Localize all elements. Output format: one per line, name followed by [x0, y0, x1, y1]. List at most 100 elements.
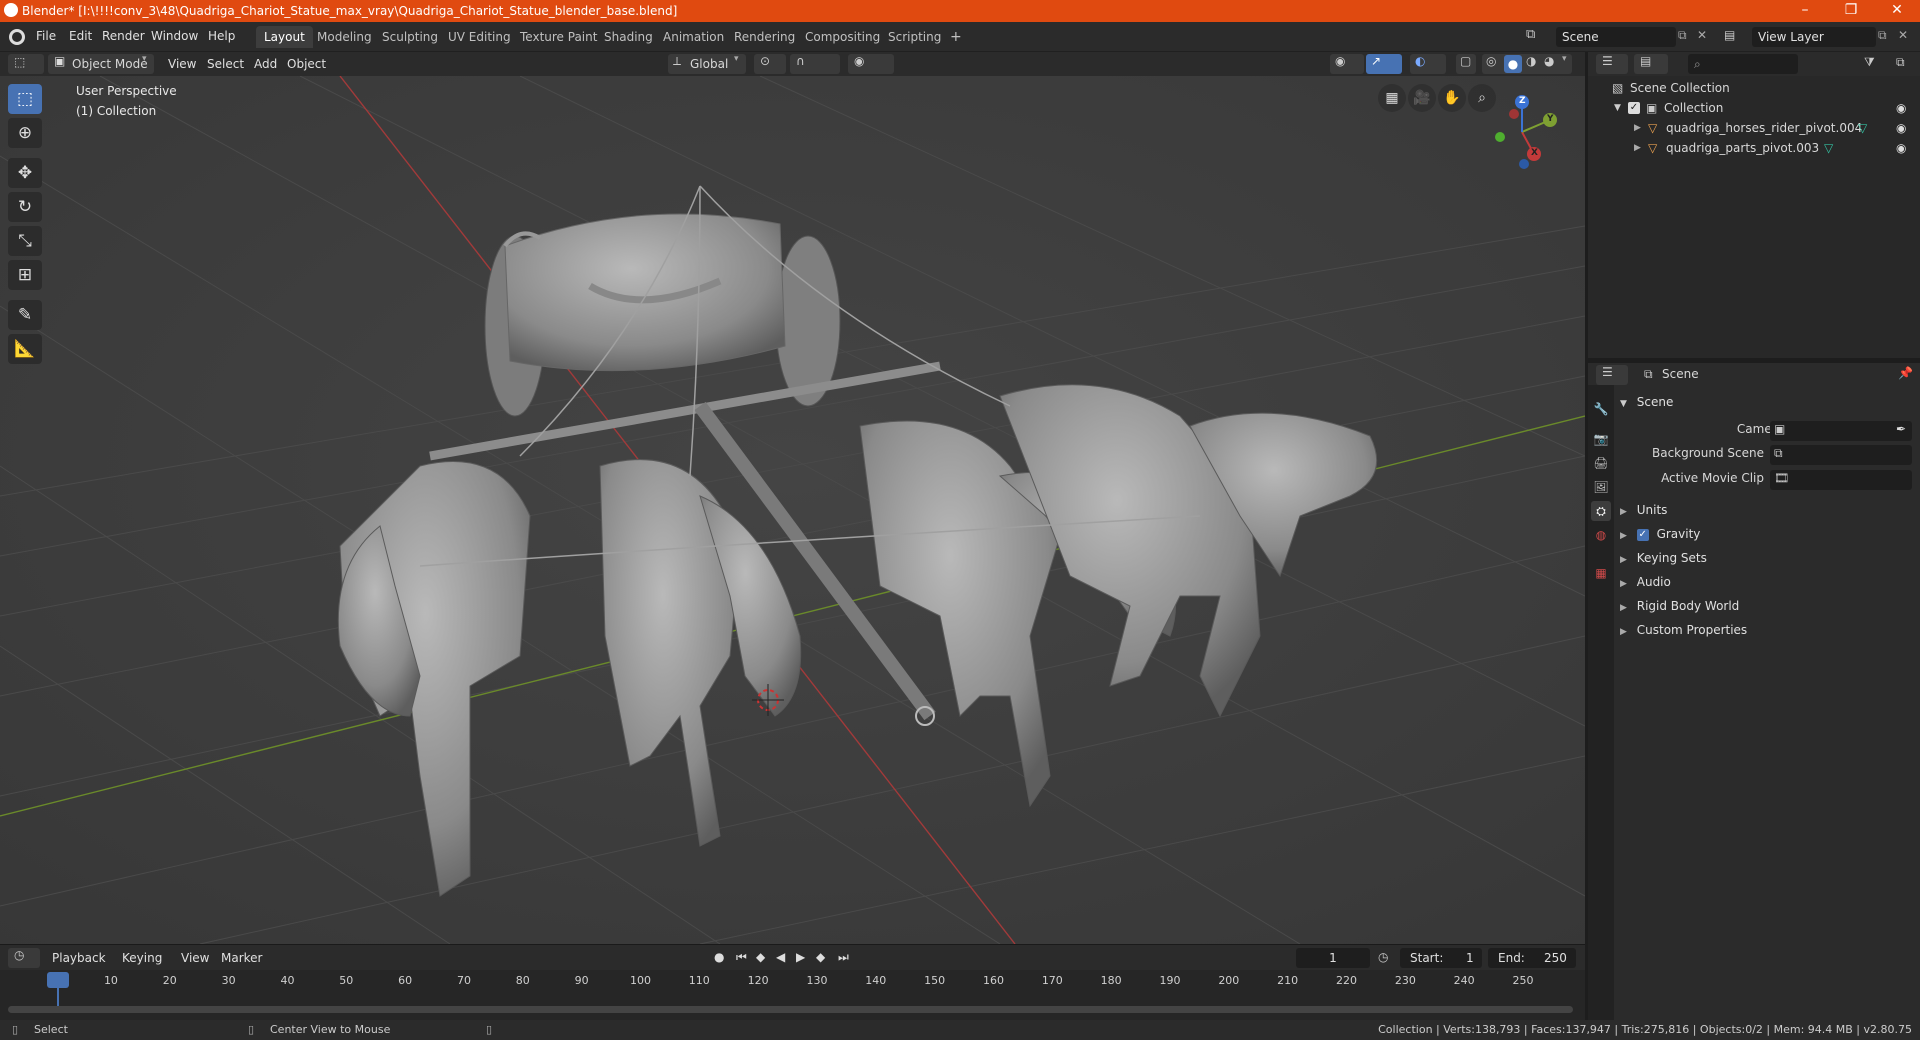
- material-shading-icon[interactable]: ◑: [1526, 54, 1536, 68]
- new-view-layer-icon[interactable]: ⧉: [1878, 28, 1887, 43]
- outliner-search-input[interactable]: ⌕: [1688, 54, 1798, 74]
- collection-checkbox[interactable]: ✓: [1628, 102, 1640, 114]
- audio-panel-header[interactable]: ▶ Audio: [1620, 571, 1916, 593]
- mesh-data-icon[interactable]: ▽: [1858, 118, 1867, 138]
- menu-object[interactable]: Object: [287, 54, 326, 74]
- menu-edit[interactable]: Edit: [69, 29, 92, 43]
- snap-button[interactable]: ∩: [790, 54, 840, 74]
- minimize-button[interactable]: –: [1782, 0, 1828, 22]
- pin-icon[interactable]: 📌: [1898, 366, 1913, 380]
- maximize-button[interactable]: ❐: [1828, 0, 1874, 22]
- zoom-icon[interactable]: ⌕: [1468, 84, 1496, 112]
- tab-rendering[interactable]: Rendering: [726, 26, 803, 48]
- tab-scripting[interactable]: Scripting: [880, 26, 949, 48]
- gravity-checkbox[interactable]: ✓: [1636, 528, 1649, 541]
- menu-view[interactable]: View: [168, 54, 196, 74]
- menu-playback[interactable]: Playback: [52, 948, 106, 968]
- xray-toggle[interactable]: ▢: [1456, 54, 1476, 74]
- menu-file[interactable]: File: [36, 29, 56, 43]
- mode-selector[interactable]: ▣ Object Mode ▾: [48, 54, 154, 74]
- units-panel-header[interactable]: ▶ Units: [1620, 499, 1916, 521]
- pivot-point-button[interactable]: ⊙: [754, 54, 786, 74]
- eyedropper-icon[interactable]: ✒: [1896, 422, 1906, 436]
- cursor-tool[interactable]: ⊕: [8, 118, 42, 148]
- tab-modeling[interactable]: Modeling: [309, 26, 380, 48]
- prev-keyframe-icon[interactable]: ◆: [756, 950, 765, 964]
- close-button[interactable]: ✕: [1874, 0, 1920, 22]
- tab-layout[interactable]: Layout: [256, 26, 313, 48]
- record-icon[interactable]: ●: [714, 950, 724, 964]
- menu-help[interactable]: Help: [208, 29, 235, 43]
- rendered-shading-icon[interactable]: ◕: [1544, 54, 1554, 68]
- tab-shading[interactable]: Shading: [596, 26, 661, 48]
- current-frame-field[interactable]: 1: [1296, 948, 1370, 968]
- toggle-camera-view-icon[interactable]: ▦: [1378, 84, 1406, 112]
- tab-render-icon[interactable]: 📷: [1591, 429, 1611, 449]
- tab-uv-editing[interactable]: UV Editing: [440, 26, 519, 48]
- editor-type-button[interactable]: ⬚: [8, 54, 44, 74]
- timeline-scrollbar[interactable]: [8, 1006, 1573, 1013]
- tab-output-icon[interactable]: 🖨: [1591, 453, 1611, 473]
- expand-arrow-icon[interactable]: ▶: [1634, 138, 1641, 158]
- shading-modes[interactable]: ◎ ● ◑ ◕ ▾: [1482, 54, 1572, 74]
- tab-tool-icon[interactable]: 🔧: [1591, 399, 1611, 419]
- active-movie-clip-field[interactable]: 🎞: [1770, 470, 1912, 490]
- gravity-panel-header[interactable]: ▶ ✓ Gravity: [1620, 523, 1916, 545]
- next-keyframe-icon[interactable]: ◆: [816, 950, 825, 964]
- rigid-body-world-panel-header[interactable]: ▶ Rigid Body World: [1620, 595, 1916, 617]
- remove-view-layer-icon[interactable]: ✕: [1898, 28, 1908, 42]
- annotate-tool[interactable]: ✎: [8, 300, 42, 330]
- tab-texture-paint[interactable]: Texture Paint: [512, 26, 605, 48]
- transform-orientation-selector[interactable]: ⟂ Global ▾: [668, 54, 746, 74]
- keying-sets-panel-header[interactable]: ▶ Keying Sets: [1620, 547, 1916, 569]
- tree-row-scene-collection[interactable]: ▧ Scene Collection: [1588, 78, 1920, 98]
- filter-icon[interactable]: ⧩: [1864, 55, 1875, 70]
- camera-view-icon[interactable]: 🎥: [1408, 84, 1436, 112]
- playhead-indicator[interactable]: [47, 972, 69, 988]
- timeline-body[interactable]: 1102030405060708090100110120130140150160…: [0, 970, 1585, 1020]
- start-frame-field[interactable]: Start: 1: [1400, 948, 1482, 968]
- tab-world-icon[interactable]: ◍: [1591, 525, 1611, 545]
- menu-keying[interactable]: Keying: [122, 948, 162, 968]
- view-layer-icon[interactable]: ▤: [1724, 28, 1735, 42]
- eye-icon[interactable]: ◉: [1896, 98, 1906, 118]
- menu-select[interactable]: Select: [207, 54, 244, 74]
- eye-icon[interactable]: ◉: [1896, 138, 1906, 158]
- new-collection-icon[interactable]: ⧉: [1896, 55, 1905, 70]
- jump-end-icon[interactable]: ⏭: [838, 950, 849, 965]
- display-mode-button[interactable]: ▤: [1634, 54, 1668, 74]
- overlays-toggle[interactable]: ◐: [1410, 54, 1446, 74]
- 3d-viewport[interactable]: ⬚ ⊕ ✥ ↻ ⤡ ⊞ ✎ 📐 User Perspective (1) Col…: [0, 76, 1585, 944]
- menu-render[interactable]: Render: [102, 29, 145, 43]
- scene-type-icon[interactable]: ⧉: [1526, 27, 1552, 47]
- move-tool[interactable]: ✥: [8, 158, 42, 188]
- remove-scene-icon[interactable]: ✕: [1697, 28, 1707, 42]
- tab-texture-icon[interactable]: ▦: [1591, 563, 1611, 583]
- tab-sculpting[interactable]: Sculpting: [374, 26, 446, 48]
- add-workspace-button[interactable]: +: [942, 26, 970, 48]
- menu-window[interactable]: Window: [151, 29, 198, 43]
- clock-icon[interactable]: ◷: [1378, 950, 1388, 964]
- end-frame-field[interactable]: End: 250: [1488, 948, 1576, 968]
- visibility-selector[interactable]: ◉: [1330, 54, 1364, 74]
- play-reverse-icon[interactable]: ◀: [776, 950, 785, 964]
- tab-animation[interactable]: Animation: [655, 26, 732, 48]
- expand-arrow-icon[interactable]: ▶: [1634, 118, 1641, 138]
- rotate-tool[interactable]: ↻: [8, 192, 42, 222]
- play-icon[interactable]: ▶: [796, 950, 805, 964]
- background-scene-field[interactable]: ⧉: [1770, 445, 1912, 465]
- tree-row-object[interactable]: ▶ ▽ quadriga_parts_pivot.003 ▽ ◉: [1588, 138, 1920, 158]
- camera-field[interactable]: ▣ ✒: [1770, 421, 1912, 441]
- scene-panel-header[interactable]: ▼ Scene: [1620, 391, 1916, 413]
- measure-tool[interactable]: 📐: [8, 334, 42, 364]
- outliner-editor-type-button[interactable]: ☰: [1596, 54, 1628, 74]
- select-box-tool[interactable]: ⬚: [8, 84, 42, 114]
- solid-shading-icon[interactable]: ●: [1504, 55, 1522, 73]
- expand-arrow-icon[interactable]: ▼: [1614, 98, 1621, 118]
- pan-hand-icon[interactable]: ✋: [1438, 84, 1466, 112]
- tab-compositing[interactable]: Compositing: [797, 26, 888, 48]
- frame-ruler[interactable]: 1102030405060708090100110120130140150160…: [0, 970, 1585, 990]
- menu-view[interactable]: View: [181, 948, 209, 968]
- custom-properties-panel-header[interactable]: ▶ Custom Properties: [1620, 619, 1916, 641]
- transform-tool[interactable]: ⊞: [8, 260, 42, 290]
